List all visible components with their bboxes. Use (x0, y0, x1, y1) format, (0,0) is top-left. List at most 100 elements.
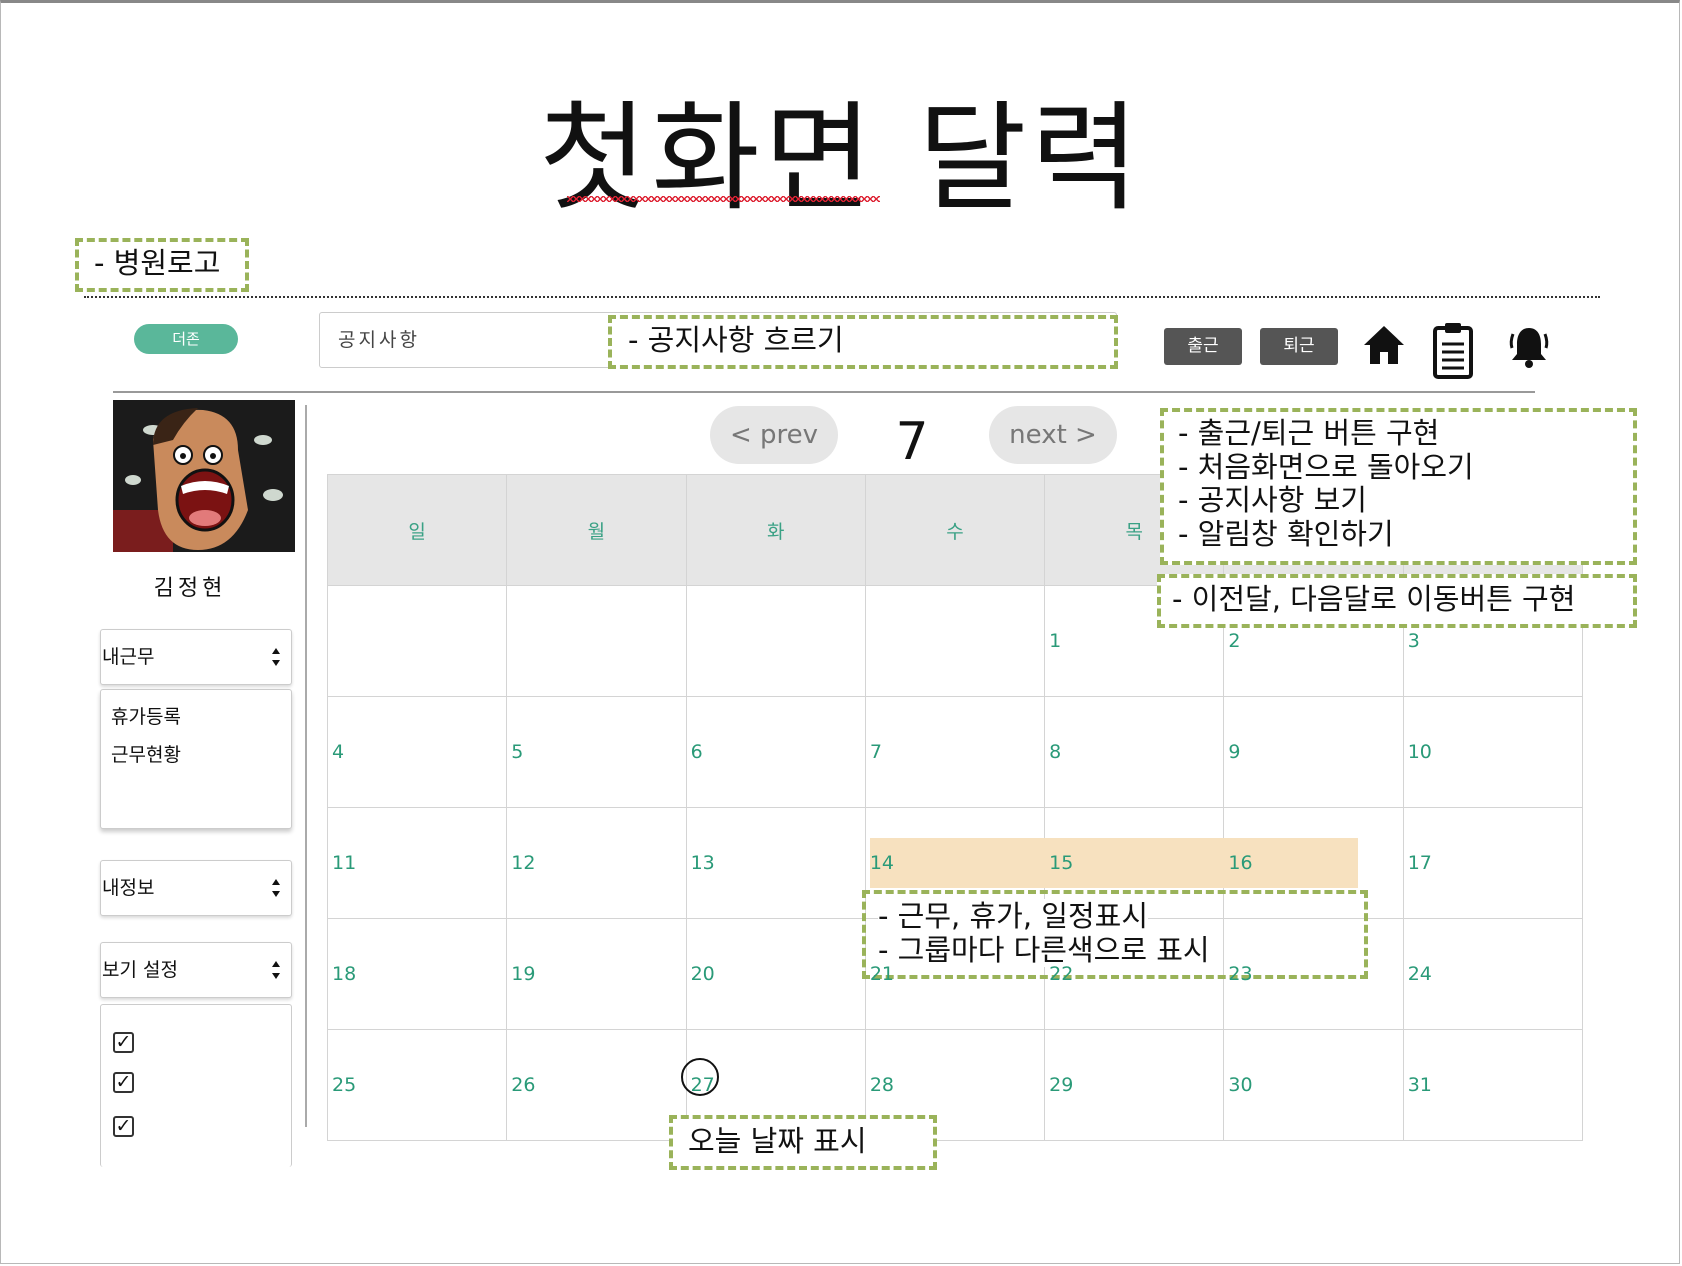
day-number: 25 (332, 1074, 357, 1096)
weekday-sun: 일 (326, 474, 508, 586)
weekday-wed: 수 (864, 474, 1046, 586)
day-cell[interactable]: 7 (864, 696, 1046, 808)
today-marker (681, 1058, 719, 1096)
day-number: 6 (690, 741, 703, 763)
day-number: 9 (1228, 741, 1241, 763)
prev-month-button[interactable]: < prev (710, 406, 838, 464)
week-row: 25 26 27 28 29 30 31 (326, 1029, 1584, 1141)
clock-in-button[interactable]: 출근 (1164, 328, 1242, 365)
day-cell[interactable]: 29 (1044, 1029, 1225, 1141)
day-number: 5 (511, 741, 524, 763)
day-number: 16 (1228, 852, 1253, 874)
view-checkbox-3[interactable]: ✓ (113, 1116, 134, 1137)
select-arrows-icon (272, 961, 280, 979)
day-cell[interactable]: 13 (685, 807, 866, 919)
my-work-panel: 휴가등록 근무현황 (100, 689, 292, 829)
day-number: 13 (690, 852, 715, 874)
day-number: 7 (869, 741, 882, 763)
day-cell[interactable]: 31 (1402, 1029, 1584, 1141)
day-number: 21 (869, 963, 895, 985)
day-number: 20 (690, 963, 715, 985)
spellcheck-underline (567, 196, 880, 202)
day-number: 4 (332, 741, 345, 763)
day-number: 1 (1049, 630, 1062, 652)
menu-item-leave-register[interactable]: 휴가등록 (111, 698, 291, 736)
divider-dotted (84, 296, 1600, 298)
day-cell[interactable]: 17 (1402, 807, 1584, 919)
my-info-select-label: 내정보 (102, 877, 155, 899)
month-label: 7 (895, 412, 929, 472)
my-work-select-label: 내근무 (102, 646, 155, 668)
next-month-button[interactable]: next > (989, 406, 1117, 464)
day-number: 2 (1228, 630, 1241, 652)
day-cell[interactable]: 30 (1223, 1029, 1404, 1141)
day-cell[interactable]: 8 (1044, 696, 1225, 808)
day-cell[interactable]: 5 (506, 696, 687, 808)
day-cell[interactable] (685, 585, 866, 697)
annotation-events-line-1: - 근무, 휴가, 일정표시 (878, 899, 1148, 933)
view-settings-select[interactable]: 보기 설정 (100, 942, 292, 998)
day-cell[interactable]: 25 (326, 1029, 508, 1141)
day-cell[interactable] (506, 585, 687, 697)
clock-out-button[interactable]: 퇴근 (1260, 328, 1338, 365)
day-cell[interactable]: 18 (326, 918, 508, 1030)
annotation-header-buttons-line-4: - 알림창 확인하기 (1178, 517, 1394, 551)
sidebar-divider (305, 405, 307, 1127)
day-number: 14 (869, 852, 895, 874)
clipboard-icon[interactable] (1432, 322, 1474, 380)
annotation-header-buttons-line-1: - 출근/퇴근 버튼 구현 (1178, 416, 1440, 450)
day-number: 30 (1228, 1074, 1253, 1096)
day-number: 8 (1049, 741, 1062, 763)
user-name: 김정현 (153, 576, 227, 601)
day-number: 22 (1049, 963, 1074, 985)
day-number: 29 (1049, 1074, 1074, 1096)
view-checkbox-1[interactable]: ✓ (113, 1032, 134, 1053)
day-cell[interactable]: 9 (1223, 696, 1404, 808)
event-bar[interactable] (870, 838, 1358, 888)
annotation-notice-flow-text: - 공지사항 흐르기 (628, 323, 844, 357)
week-row: 4 5 6 7 8 9 10 (326, 696, 1584, 808)
day-number: 10 (1407, 741, 1432, 763)
day-cell[interactable] (326, 585, 508, 697)
home-icon[interactable] (1362, 324, 1406, 366)
day-number: 24 (1407, 963, 1432, 985)
view-settings-select-label: 보기 설정 (102, 959, 178, 981)
day-cell[interactable]: 24 (1402, 918, 1584, 1030)
day-number: 11 (332, 852, 357, 874)
day-number: 18 (332, 963, 357, 985)
day-number: 12 (511, 852, 536, 874)
day-number: 26 (511, 1074, 536, 1096)
day-cell[interactable] (864, 585, 1046, 697)
day-cell[interactable]: 19 (506, 918, 687, 1030)
bell-icon[interactable] (1508, 324, 1550, 370)
my-info-select[interactable]: 내정보 (100, 860, 292, 916)
annotation-header-buttons-line-3: - 공지사항 보기 (1178, 483, 1367, 517)
day-cell[interactable]: 26 (506, 1029, 687, 1141)
header-divider (113, 391, 1535, 393)
select-arrows-icon (272, 648, 280, 666)
weekday-tue: 화 (685, 474, 866, 586)
day-number: 31 (1407, 1074, 1432, 1096)
day-number: 28 (869, 1074, 895, 1096)
annotation-today-text: 오늘 날짜 표시 (688, 1124, 867, 1158)
select-arrows-icon (272, 879, 280, 897)
day-cell[interactable]: 6 (685, 696, 866, 808)
annotation-events-line-2: - 그룹마다 다른색으로 표시 (878, 933, 1210, 967)
menu-item-work-status[interactable]: 근무현황 (111, 736, 291, 774)
day-number: 3 (1407, 630, 1420, 652)
weekday-mon: 월 (506, 474, 687, 586)
my-work-select[interactable]: 내근무 (100, 629, 292, 685)
day-cell[interactable]: 12 (506, 807, 687, 919)
avatar (113, 400, 295, 552)
day-cell[interactable]: 20 (685, 918, 866, 1030)
org-badge[interactable]: 더존 (134, 324, 238, 354)
day-cell[interactable]: 11 (326, 807, 508, 919)
day-cell[interactable]: 4 (326, 696, 508, 808)
annotation-header-buttons-line-2: - 처음화면으로 돌아오기 (1178, 450, 1474, 484)
day-number: 23 (1228, 963, 1253, 985)
day-number: 15 (1049, 852, 1074, 874)
view-checkbox-2[interactable]: ✓ (113, 1072, 134, 1093)
day-number: 17 (1407, 852, 1432, 874)
day-cell[interactable]: 10 (1402, 696, 1584, 808)
day-number: 19 (511, 963, 536, 985)
